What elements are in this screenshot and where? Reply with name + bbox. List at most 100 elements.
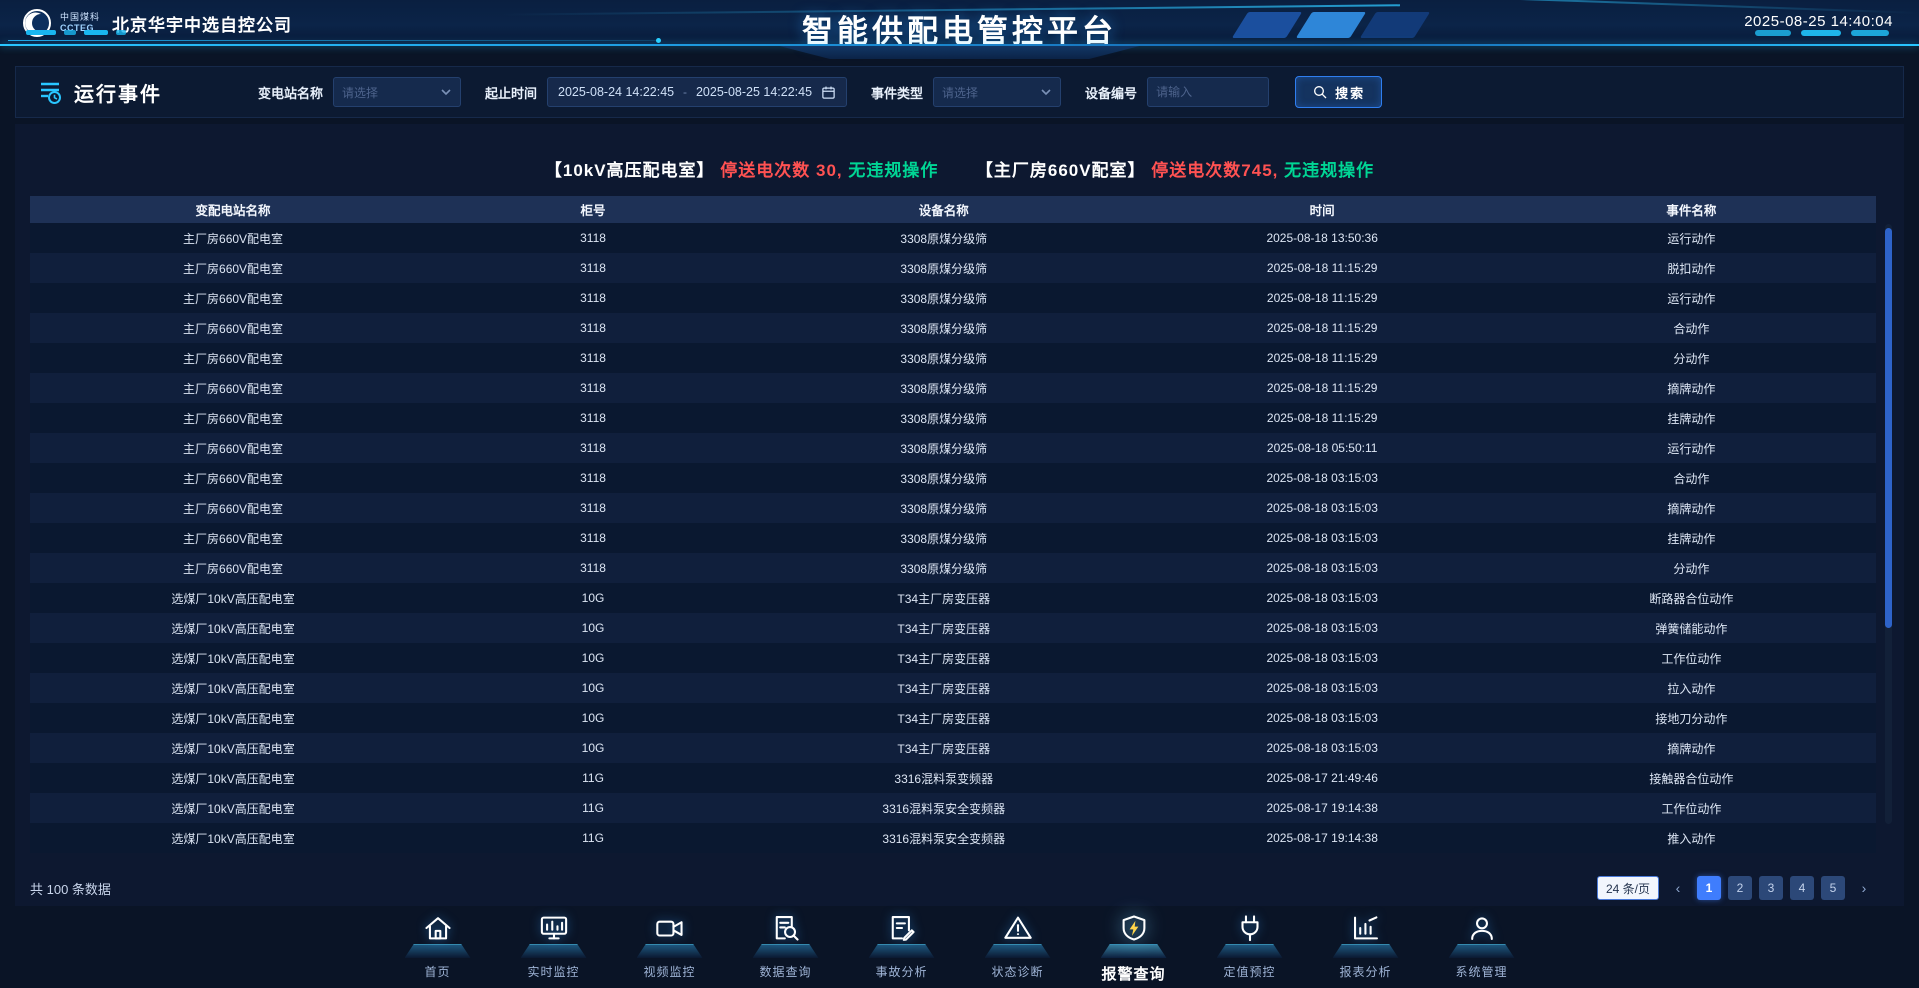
page-number-button[interactable]: 2 bbox=[1728, 876, 1752, 900]
time-filter-group: 起止时间 2025-08-24 14:22:45 - 2025-08-25 14… bbox=[485, 77, 847, 107]
table-scrollbar-track[interactable] bbox=[1885, 224, 1892, 824]
table-cell: 选煤厂10kV高压配电室 bbox=[30, 770, 436, 787]
table-row: 主厂房660V配电室31183308原煤分级筛2025-08-18 03:15:… bbox=[30, 493, 1876, 523]
chevron-down-icon bbox=[1040, 86, 1052, 98]
events-list-icon bbox=[36, 78, 64, 106]
table-cell: 3118 bbox=[436, 231, 750, 245]
video-monitor-icon bbox=[648, 908, 692, 948]
events-table: 变配电站名称柜号设备名称时间事件名称 主厂房660V配电室31183308原煤分… bbox=[30, 196, 1876, 853]
table-cell: 2025-08-17 19:14:38 bbox=[1138, 801, 1507, 815]
table-cell: 3118 bbox=[436, 291, 750, 305]
table-cell: 接地刀分动作 bbox=[1507, 710, 1876, 727]
content-panel: 【10kV高压配电室】 停送电次数 30, 无违规操作 【主厂房660V配室】 … bbox=[15, 124, 1904, 906]
nav-item-label: 首页 bbox=[424, 963, 450, 980]
nav-platform bbox=[869, 944, 935, 958]
table-cell: 选煤厂10kV高压配电室 bbox=[30, 680, 436, 697]
column-header: 设备名称 bbox=[750, 200, 1138, 219]
table-cell: 弹簧储能动作 bbox=[1507, 620, 1876, 637]
device-no-input[interactable] bbox=[1147, 77, 1269, 107]
nav-item-realtime-monitor[interactable]: 实时监控 bbox=[514, 908, 594, 984]
table-cell: T34主厂房变压器 bbox=[750, 680, 1138, 697]
room1-name: 【10kV高压配电室】 bbox=[545, 161, 715, 180]
nav-item-label: 报警查询 bbox=[1101, 963, 1165, 984]
event-type-select[interactable]: 请选择 bbox=[933, 77, 1061, 107]
substation-select[interactable]: 请选择 bbox=[333, 77, 461, 107]
page-size-select[interactable]: 24 条/页 bbox=[1597, 876, 1659, 900]
page-number-button[interactable]: 4 bbox=[1790, 876, 1814, 900]
nav-item-label: 视频监控 bbox=[643, 963, 695, 980]
realtime-monitor-icon bbox=[532, 908, 576, 948]
column-header: 柜号 bbox=[436, 200, 750, 219]
nav-item-home[interactable]: 首页 bbox=[398, 908, 478, 984]
table-cell: 合动作 bbox=[1507, 320, 1876, 337]
table-cell: 3308原煤分级筛 bbox=[750, 440, 1138, 457]
table-cell: 3316混料泵变频器 bbox=[750, 770, 1138, 787]
table-cell: 主厂房660V配电室 bbox=[30, 230, 436, 247]
nav-item-alarm-query[interactable]: 报警查询 bbox=[1094, 908, 1174, 984]
date-range-input[interactable]: 2025-08-24 14:22:45 - 2025-08-25 14:22:4… bbox=[547, 77, 847, 107]
search-button[interactable]: 搜索 bbox=[1295, 76, 1382, 108]
table-row: 选煤厂10kV高压配电室10GT34主厂房变压器2025-08-18 03:15… bbox=[30, 583, 1876, 613]
table-cell: 主厂房660V配电室 bbox=[30, 440, 436, 457]
nav-item-system-management[interactable]: 系统管理 bbox=[1442, 908, 1522, 984]
nav-platform bbox=[405, 944, 471, 958]
table-cell: 工作位动作 bbox=[1507, 800, 1876, 817]
table-cell: 10G bbox=[436, 741, 750, 755]
table-cell: 摘牌动作 bbox=[1507, 740, 1876, 757]
table-cell: T34主厂房变压器 bbox=[750, 650, 1138, 667]
nav-platform bbox=[1333, 944, 1399, 958]
table-cell: 3308原煤分级筛 bbox=[750, 560, 1138, 577]
device-no-label: 设备编号 bbox=[1085, 83, 1137, 102]
column-header: 变配电站名称 bbox=[30, 200, 436, 219]
table-cell: 运行动作 bbox=[1507, 290, 1876, 307]
table-cell: 2025-08-18 03:15:03 bbox=[1138, 741, 1507, 755]
nav-item-label: 事故分析 bbox=[875, 963, 927, 980]
home-icon bbox=[416, 908, 460, 948]
table-cell: 2025-08-18 11:15:29 bbox=[1138, 321, 1507, 335]
nav-item-label: 状态诊断 bbox=[991, 963, 1043, 980]
next-page-button[interactable]: › bbox=[1852, 876, 1876, 900]
table-cell: 3118 bbox=[436, 411, 750, 425]
nav-item-report-analysis[interactable]: 报表分析 bbox=[1326, 908, 1406, 984]
table-cell: 2025-08-17 19:14:38 bbox=[1138, 831, 1507, 845]
table-row: 主厂房660V配电室31183308原煤分级筛2025-08-18 03:15:… bbox=[30, 463, 1876, 493]
search-icon bbox=[1312, 84, 1328, 100]
table-cell: 2025-08-18 03:15:03 bbox=[1138, 501, 1507, 515]
table-cell: 3308原煤分级筛 bbox=[750, 410, 1138, 427]
table-cell: 选煤厂10kV高压配电室 bbox=[30, 710, 436, 727]
table-row: 选煤厂10kV高压配电室10GT34主厂房变压器2025-08-18 03:15… bbox=[30, 703, 1876, 733]
prev-page-button[interactable]: ‹ bbox=[1666, 876, 1690, 900]
header-right-dashes bbox=[1755, 30, 1889, 36]
table-cell: 断路器合位动作 bbox=[1507, 590, 1876, 607]
table-cell: 3118 bbox=[436, 261, 750, 275]
table-cell: 3118 bbox=[436, 501, 750, 515]
room2-name: 【主厂房660V配室】 bbox=[976, 161, 1146, 180]
nav-item-data-query[interactable]: 数据查询 bbox=[746, 908, 826, 984]
report-analysis-icon bbox=[1344, 908, 1388, 948]
nav-item-setpoint-control[interactable]: 定值预控 bbox=[1210, 908, 1290, 984]
table-row: 主厂房660V配电室31183308原煤分级筛2025-08-18 11:15:… bbox=[30, 373, 1876, 403]
nav-item-video-monitor[interactable]: 视频监控 bbox=[630, 908, 710, 984]
page-number-button[interactable]: 1 bbox=[1697, 876, 1721, 900]
table-row: 选煤厂10kV高压配电室11G3316混料泵安全变频器2025-08-17 19… bbox=[30, 823, 1876, 853]
header-parallelograms bbox=[1240, 12, 1422, 38]
page-number-button[interactable]: 5 bbox=[1821, 876, 1845, 900]
nav-item-label: 实时监控 bbox=[527, 963, 579, 980]
nav-item-status-diagnosis[interactable]: 状态诊断 bbox=[978, 908, 1058, 984]
table-row: 主厂房660V配电室31183308原煤分级筛2025-08-18 05:50:… bbox=[30, 433, 1876, 463]
range-separator: - bbox=[683, 85, 687, 99]
table-cell: 3316混料泵安全变频器 bbox=[750, 800, 1138, 817]
nav-item-accident-analysis[interactable]: 事故分析 bbox=[862, 908, 942, 984]
nav-platform bbox=[637, 944, 703, 958]
table-row: 主厂房660V配电室31183308原煤分级筛2025-08-18 11:15:… bbox=[30, 403, 1876, 433]
nav-item-label: 数据查询 bbox=[759, 963, 811, 980]
table-cell: 运行动作 bbox=[1507, 440, 1876, 457]
page-number-button[interactable]: 3 bbox=[1759, 876, 1783, 900]
table-row: 主厂房660V配电室31183308原煤分级筛2025-08-18 03:15:… bbox=[30, 553, 1876, 583]
table-cell: 2025-08-18 03:15:03 bbox=[1138, 621, 1507, 635]
table-cell: 2025-08-18 03:15:03 bbox=[1138, 711, 1507, 725]
app-root: 中国煤科 CCTEG 北京华宇中选自控公司 智能供配电管控平台 2025-08-… bbox=[0, 0, 1919, 988]
status-diagnosis-icon bbox=[996, 908, 1040, 948]
table-scrollbar-thumb[interactable] bbox=[1885, 228, 1892, 628]
table-cell: 3118 bbox=[436, 561, 750, 575]
